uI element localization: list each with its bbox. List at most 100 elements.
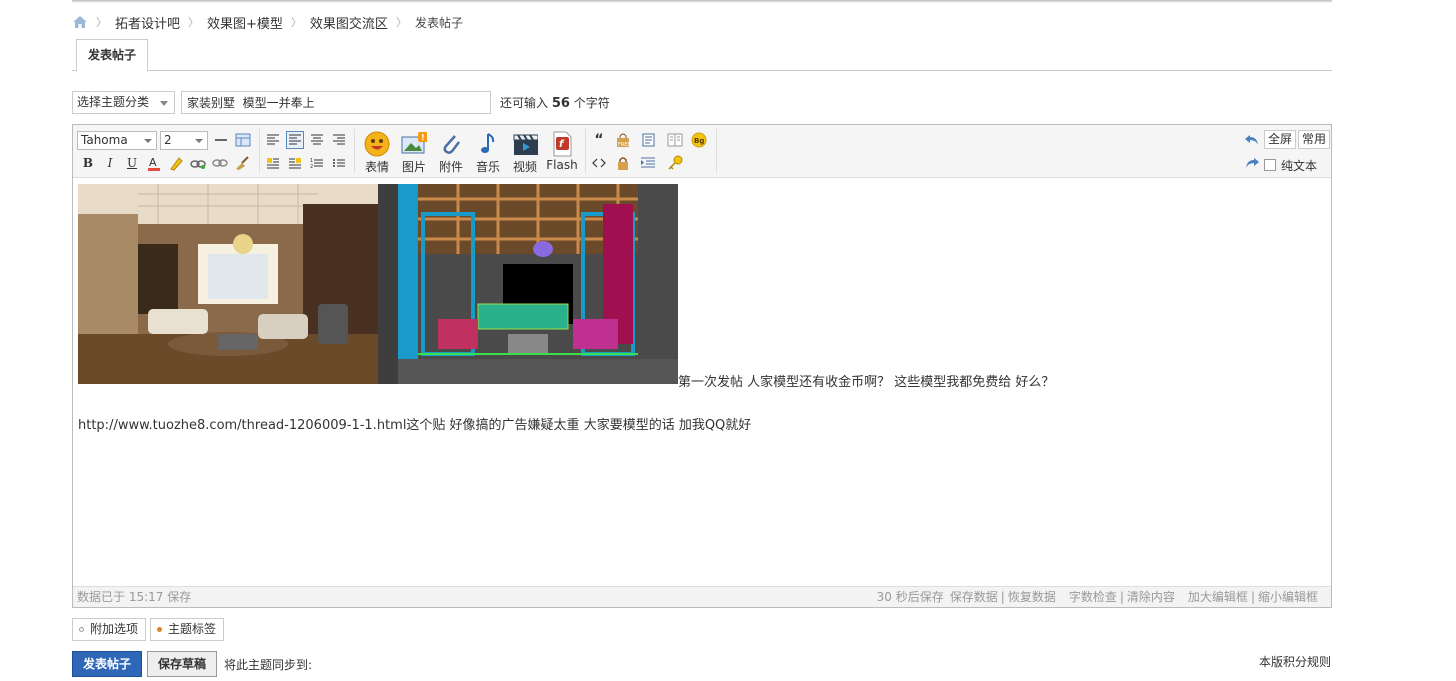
subject-row: 选择主题分类 还可输入 56 个字符 bbox=[72, 91, 610, 114]
remaining-prefix: 还可输入 bbox=[500, 96, 549, 110]
breadcrumb-item-forum[interactable]: 拓者设计吧 bbox=[115, 13, 180, 32]
highlight-icon[interactable] bbox=[167, 154, 185, 172]
breadcrumb-separator: 〉 bbox=[188, 16, 200, 29]
background-color-icon[interactable]: Bg bbox=[690, 131, 708, 149]
plaintext-label: 纯文本 bbox=[1281, 158, 1318, 173]
shrink-editor-link[interactable]: 缩小编辑框 bbox=[1258, 587, 1318, 608]
breadcrumb-item-category[interactable]: 效果图+模型 bbox=[207, 13, 283, 32]
word-check-link[interactable]: 字数检查 bbox=[1069, 587, 1117, 608]
restore-data-link[interactable]: 恢复数据 bbox=[1008, 587, 1056, 608]
svg-text:Bg: Bg bbox=[694, 137, 704, 145]
table-icon[interactable] bbox=[234, 131, 252, 149]
float-right-icon[interactable] bbox=[286, 154, 304, 172]
emoji-label: 表情 bbox=[364, 160, 389, 174]
align-left-icon[interactable] bbox=[264, 131, 282, 149]
music-button[interactable]: 音乐 bbox=[471, 131, 505, 175]
align-right-icon[interactable] bbox=[330, 131, 348, 149]
remaining-suffix: 个字符 bbox=[573, 96, 610, 110]
align-center-icon[interactable] bbox=[308, 131, 326, 149]
rendered-room-image bbox=[78, 184, 378, 384]
font-color-icon[interactable]: A bbox=[145, 154, 163, 172]
music-label: 音乐 bbox=[475, 160, 500, 174]
clear-format-icon[interactable] bbox=[233, 154, 251, 172]
credit-rules-link[interactable]: 本版积分规则 bbox=[1259, 653, 1331, 670]
font-size-select[interactable]: 2 bbox=[160, 131, 208, 150]
breadcrumb-separator: 〉 bbox=[96, 16, 107, 29]
flash-icon: f bbox=[549, 131, 575, 157]
breadcrumb-separator: 〉 bbox=[395, 16, 407, 29]
svg-text:A: A bbox=[149, 156, 157, 169]
common-button[interactable]: 常用 bbox=[1298, 130, 1331, 149]
tab-new-post[interactable]: 发表帖子 bbox=[76, 39, 149, 72]
category-select[interactable]: 选择主题分类 bbox=[72, 91, 175, 114]
image-icon: ! bbox=[401, 131, 427, 157]
fullscreen-button[interactable]: 全屏 bbox=[1264, 130, 1297, 149]
subject-input[interactable] bbox=[181, 91, 491, 114]
active-dot-icon bbox=[157, 627, 163, 632]
image-button[interactable]: ! 图片 bbox=[397, 131, 431, 175]
save-draft-button[interactable]: 保存草稿 bbox=[147, 651, 218, 677]
extra-options-button[interactable]: 附加选项 bbox=[72, 618, 147, 641]
undo-icon[interactable] bbox=[1243, 131, 1261, 149]
attach-button[interactable]: 附件 bbox=[434, 131, 468, 175]
autosave-countdown: 30 秒后保存 bbox=[876, 590, 944, 604]
underline-icon[interactable]: U bbox=[123, 154, 141, 172]
remaining-count: 56 bbox=[551, 96, 570, 111]
font-family-select[interactable]: Tahoma bbox=[77, 131, 157, 150]
link-icon[interactable] bbox=[189, 154, 207, 172]
indent-icon[interactable] bbox=[639, 154, 657, 172]
float-left-icon[interactable] bbox=[264, 154, 282, 172]
split-icon[interactable] bbox=[666, 131, 684, 149]
home-icon[interactable] bbox=[72, 15, 88, 29]
unlink-icon[interactable] bbox=[211, 154, 229, 172]
inserted-image bbox=[78, 184, 678, 384]
redo-icon[interactable] bbox=[1243, 154, 1261, 172]
toolbar-separator bbox=[716, 129, 717, 173]
ordered-list-icon[interactable]: 12 bbox=[308, 154, 326, 172]
chevron-down-icon bbox=[160, 101, 168, 106]
code-icon[interactable] bbox=[590, 154, 608, 172]
post-text-line1: 第一次发帖 人家模型还有收金币啊？ 这些模型我都免费给 好么？ bbox=[678, 375, 1055, 390]
font-family-value: Tahoma bbox=[81, 133, 128, 147]
enlarge-editor-link[interactable]: 加大编辑框 bbox=[1188, 587, 1248, 608]
remaining-chars: 还可输入 56 个字符 bbox=[500, 94, 610, 111]
video-label: 视频 bbox=[512, 160, 537, 174]
saved-status: 数据已于 15:17 保存 bbox=[77, 590, 192, 604]
editor: Tahoma 2 B I U A 12 表情 ! 图片 附件 音乐 视频 f F… bbox=[72, 124, 1332, 608]
breadcrumb-current: 发表帖子 bbox=[414, 15, 463, 30]
music-note-icon bbox=[475, 131, 501, 157]
topic-tags-button[interactable]: 主题标签 bbox=[150, 618, 225, 641]
attach-label: 附件 bbox=[438, 160, 463, 174]
submit-post-button[interactable]: 发表帖子 bbox=[72, 651, 143, 677]
align-justify-icon[interactable] bbox=[286, 131, 304, 149]
paperclip-icon bbox=[438, 131, 464, 157]
bold-icon[interactable]: B bbox=[79, 154, 97, 172]
save-data-link[interactable]: 保存数据 bbox=[950, 587, 998, 608]
free-content-icon[interactable]: FREE bbox=[614, 131, 632, 149]
plaintext-checkbox[interactable] bbox=[1264, 159, 1276, 171]
emoji-button[interactable]: 表情 bbox=[360, 131, 394, 175]
italic-icon[interactable]: I bbox=[101, 154, 119, 172]
password-key-icon[interactable] bbox=[666, 154, 684, 172]
category-select-value: 选择主题分类 bbox=[77, 95, 150, 109]
wireframe-room-image bbox=[378, 184, 678, 384]
quote-icon[interactable]: “ bbox=[590, 131, 608, 149]
unordered-list-icon[interactable] bbox=[330, 154, 348, 172]
toolbar-separator bbox=[354, 129, 355, 173]
horizontal-rule-icon[interactable] bbox=[212, 131, 230, 149]
font-size-value: 2 bbox=[164, 133, 172, 147]
topic-tags-label: 主题标签 bbox=[168, 622, 217, 636]
breadcrumb-item-board[interactable]: 效果图交流区 bbox=[310, 13, 388, 32]
video-clapper-icon bbox=[512, 131, 538, 157]
plaintext-toggle[interactable]: 纯文本 bbox=[1264, 157, 1317, 173]
svg-text:2: 2 bbox=[310, 164, 313, 169]
post-options: 附加选项 主题标签 bbox=[72, 618, 228, 641]
hide-content-icon[interactable] bbox=[614, 154, 632, 172]
page-icon[interactable] bbox=[639, 131, 657, 149]
clear-content-link[interactable]: 清除内容 bbox=[1127, 587, 1175, 608]
flash-label: Flash bbox=[546, 158, 578, 172]
flash-button[interactable]: f Flash bbox=[543, 131, 581, 172]
editor-content[interactable]: 第一次发帖 人家模型还有收金币啊？ 这些模型我都免费给 好么？ http://w… bbox=[73, 179, 1331, 587]
toolbar-separator bbox=[259, 129, 260, 173]
video-button[interactable]: 视频 bbox=[508, 131, 542, 175]
